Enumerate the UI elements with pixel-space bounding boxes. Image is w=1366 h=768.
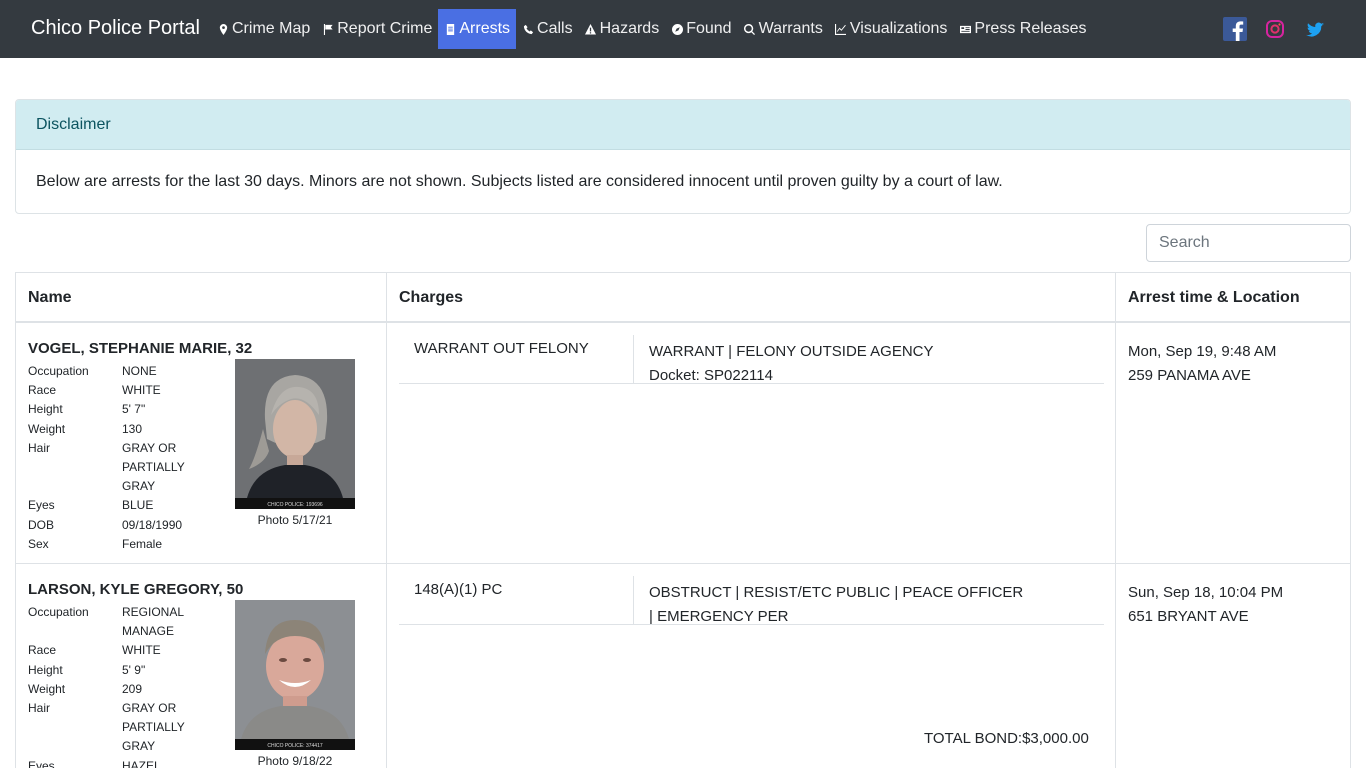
nav-label: Crime Map: [232, 20, 311, 37]
nav-crime-map[interactable]: Crime Map: [211, 9, 316, 49]
search-input[interactable]: [1146, 224, 1351, 262]
nav-report-crime[interactable]: Report Crime: [316, 9, 438, 49]
detail-value: HAZEL: [122, 758, 161, 768]
nav-press-releases[interactable]: Press Releases: [953, 9, 1092, 49]
table-header: Name Charges Arrest time & Location: [16, 272, 1350, 323]
warning-icon: [585, 22, 597, 36]
arrest-location: 651 BRYANT AVE: [1128, 608, 1249, 625]
docket-number: Docket: SP022114: [649, 367, 773, 384]
nav-label: Press Releases: [974, 20, 1087, 37]
mugshot-label: CHICO POLICE: 374417: [267, 743, 323, 749]
nav-visualizations[interactable]: Visualizations: [829, 9, 954, 49]
arrest-time: Sun, Sep 18, 10:04 PM: [1128, 584, 1284, 601]
nav-calls[interactable]: Calls: [516, 9, 579, 49]
arrest-time-location: Sun, Sep 18, 10:04 PM 651 BRYANT AVE: [1128, 581, 1283, 629]
detail-value: REGIONAL MANAGE: [122, 605, 184, 639]
detail-label: Height: [28, 402, 63, 417]
detail-label: Race: [28, 383, 57, 398]
person-details: Occupation NONE Race WHITE Height 5' 7" Wei…: [28, 362, 228, 554]
header-charges[interactable]: Charges: [387, 273, 463, 322]
person-details: Occupation REGIONAL MANAGE Race WHITE Heig…: [28, 603, 228, 768]
detail-value: 130: [122, 421, 143, 436]
detail-value: 5' 9": [122, 662, 146, 677]
photo-caption: Photo 9/18/22: [257, 754, 333, 768]
newspaper-icon: [959, 22, 971, 36]
nav-label: Hazards: [599, 20, 660, 37]
person-name: LARSON, KYLE GREGORY, 50: [28, 581, 244, 598]
detail-value: BLUE: [122, 498, 154, 513]
nav-found[interactable]: Found: [665, 9, 737, 49]
charge-description-text: OBSTRUCT | RESIST/ETC PUBLIC | PEACE OFF…: [649, 584, 1024, 625]
nav-arrests[interactable]: Arrests: [438, 9, 517, 49]
detail-label: Weight: [28, 681, 66, 696]
detail-value: Female: [122, 536, 163, 551]
nav-label: Report Crime: [337, 20, 433, 37]
brand-link[interactable]: Chico Police Portal: [31, 17, 200, 40]
navbar: Chico Police Portal Crime Map Report Cri…: [0, 0, 1366, 58]
arrest-time: Mon, Sep 19, 9:48 AM: [1128, 343, 1277, 360]
detail-value: 5' 7": [122, 402, 146, 417]
mugshot-label: CHICO POLICE: 193696: [267, 502, 323, 508]
mugshot-photo[interactable]: CHICO POLICE: 374417: [235, 600, 355, 750]
detail-value: 09/18/1990: [122, 517, 183, 532]
nav-menu: Crime Map Report Crime Arrests Calls Haz…: [211, 9, 1092, 49]
detail-value: NONE: [122, 364, 157, 378]
compass-icon: [671, 22, 683, 36]
nav-label: Calls: [537, 20, 573, 37]
table-row: LARSON, KYLE GREGORY, 50 Occupation REGIO…: [16, 564, 1350, 768]
detail-label: Hair: [28, 701, 51, 716]
nav-hazards[interactable]: Hazards: [579, 9, 666, 49]
facebook-icon[interactable]: [1223, 17, 1247, 41]
detail-label: Eyes: [28, 758, 55, 768]
detail-value: GRAY OR PARTIALLY GRAY: [122, 440, 185, 494]
instagram-icon[interactable]: [1263, 17, 1287, 41]
detail-value: GRAY OR PARTIALLY GRAY: [122, 701, 185, 754]
twitter-icon[interactable]: [1303, 17, 1327, 41]
detail-value: WHITE: [122, 643, 161, 658]
detail-label: Eyes: [28, 498, 55, 513]
nav-label: Warrants: [758, 20, 823, 37]
nav-label: Arrests: [459, 20, 511, 37]
photo-caption: Photo 5/17/21: [257, 513, 333, 527]
arrest-time-location: Mon, Sep 19, 9:48 AM 259 PANAMA AVE: [1128, 340, 1276, 388]
header-arrest-time[interactable]: Arrest time & Location: [1116, 273, 1300, 322]
detail-value: WHITE: [122, 383, 161, 398]
map-marker-icon: [217, 22, 229, 36]
search-icon: [744, 22, 756, 36]
disclaimer-card: Disclaimer Below are arrests for the las…: [15, 99, 1351, 214]
charge-description: OBSTRUCT | RESIST/ETC PUBLIC | PEACE OFF…: [649, 581, 1029, 629]
arrest-location: 259 PANAMA AVE: [1128, 367, 1251, 384]
nav-warrants[interactable]: Warrants: [738, 9, 829, 49]
nav-label: Found: [686, 20, 732, 37]
disclaimer-body: Below are arrests for the last 30 days. …: [36, 173, 1003, 190]
charge-description-text: WARRANT | FELONY OUTSIDE AGENCY: [649, 343, 934, 360]
detail-label: Sex: [28, 536, 49, 551]
detail-label: Occupation: [28, 364, 89, 378]
header-name[interactable]: Name: [16, 273, 72, 322]
detail-label: DOB: [28, 517, 55, 532]
charge-code: 148(A)(1) PC: [414, 581, 503, 598]
nav-label: Visualizations: [849, 20, 948, 37]
chart-icon: [835, 22, 847, 36]
flag-icon: [322, 22, 334, 36]
detail-label: Race: [28, 643, 57, 658]
person-name: VOGEL, STEPHANIE MARIE, 32: [28, 340, 253, 357]
mugshot-photo[interactable]: CHICO POLICE: 193696: [235, 359, 355, 509]
arrests-table: Name Charges Arrest time & Location VOGE…: [15, 272, 1351, 768]
detail-label: Occupation: [28, 605, 89, 619]
phone-icon: [522, 22, 534, 36]
detail-value: 209: [122, 681, 143, 696]
detail-label: Hair: [28, 440, 51, 455]
total-bond: TOTAL BOND:$3,000.00: [924, 730, 1089, 747]
table-row: VOGEL, STEPHANIE MARIE, 32 Occupation NON…: [16, 323, 1350, 564]
detail-label: Weight: [28, 421, 66, 436]
document-icon: [444, 22, 456, 36]
detail-label: Height: [28, 662, 63, 677]
disclaimer-title: Disclaimer: [16, 100, 1350, 150]
charge-description: WARRANT | FELONY OUTSIDE AGENCY Docket: …: [649, 340, 1079, 388]
charge-code: WARRANT OUT FELONY: [414, 340, 589, 357]
